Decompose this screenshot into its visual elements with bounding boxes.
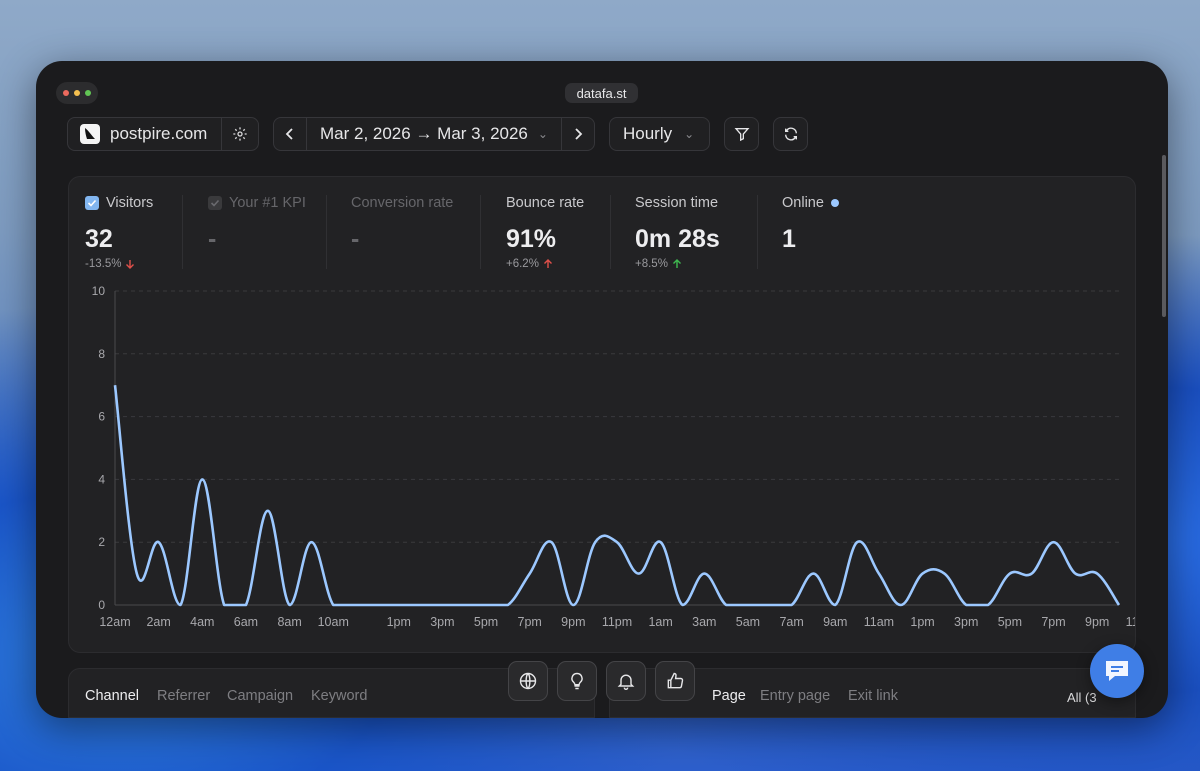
- close-light[interactable]: [63, 90, 69, 96]
- y-tick-label: 0: [98, 598, 105, 612]
- lightbulb-icon: [571, 672, 583, 690]
- chat-bubble-icon: [1106, 661, 1128, 681]
- gear-icon: [233, 127, 247, 141]
- x-tick-label: 2am: [146, 615, 170, 629]
- refresh-icon: [784, 127, 797, 141]
- filter-icon: [734, 128, 749, 142]
- x-tick-label: 7am: [779, 615, 803, 629]
- analytics-card: Visitors 32 -13.5% Your #1 KPI - Convers…: [68, 176, 1136, 653]
- date-range-label[interactable]: Mar 2, 2026 → Mar 3, 2026: [307, 124, 528, 144]
- x-tick-label: 11pm: [1126, 615, 1135, 629]
- refresh-button[interactable]: [773, 117, 808, 151]
- tab-campaign[interactable]: Campaign: [227, 688, 293, 704]
- x-tick-label: 1pm: [387, 615, 411, 629]
- chevron-down-icon: ⌄: [684, 127, 695, 141]
- x-tick-label: 5pm: [998, 615, 1022, 629]
- settings-button[interactable]: [221, 118, 258, 150]
- filter-button[interactable]: [724, 117, 759, 151]
- window-controls[interactable]: [56, 82, 98, 104]
- x-tick-label: 1am: [648, 615, 672, 629]
- x-tick-label: 8am: [277, 615, 301, 629]
- x-tick-label: 12am: [99, 615, 130, 629]
- minimize-light[interactable]: [74, 90, 80, 96]
- visitors-chart[interactable]: 0 2 4 6 8 10 12am 2am 4am 6am 8am 10am 1pm 3pm 5pm 7pm 9…: [69, 177, 1135, 652]
- tab-referrer[interactable]: Referrer: [157, 688, 210, 704]
- chat-button[interactable]: [1090, 644, 1144, 698]
- x-tick-label: 7pm: [1041, 615, 1065, 629]
- y-tick-label: 4: [98, 472, 105, 486]
- x-tick-label: 3am: [692, 615, 716, 629]
- chevron-right-icon: [575, 128, 583, 140]
- tab-exit-link[interactable]: Exit link: [848, 688, 898, 704]
- x-tick-label: 4am: [190, 615, 214, 629]
- scrollbar[interactable]: [1162, 155, 1166, 317]
- x-tick-label: 7pm: [518, 615, 542, 629]
- feedback-button[interactable]: [655, 661, 695, 701]
- y-tick-label: 2: [98, 535, 105, 549]
- zoom-light[interactable]: [85, 90, 91, 96]
- x-tick-label: 3pm: [954, 615, 978, 629]
- chevron-left-icon: [285, 128, 293, 140]
- tab-page[interactable]: Page: [712, 688, 746, 704]
- site-logo-icon: [80, 124, 100, 144]
- x-tick-label: 5am: [736, 615, 760, 629]
- y-tick-label: 6: [98, 410, 105, 424]
- x-tick-label: 9pm: [561, 615, 585, 629]
- tab-keyword[interactable]: Keyword: [311, 688, 367, 704]
- prev-period-button[interactable]: [274, 118, 307, 150]
- x-tick-label: 11pm: [602, 615, 632, 629]
- visitors-series-line: [113, 385, 1121, 607]
- x-tick-label: 10am: [318, 615, 349, 629]
- x-tick-label: 1pm: [910, 615, 934, 629]
- globe-icon: [519, 672, 537, 690]
- x-tick-label: 5pm: [474, 615, 498, 629]
- y-tick-label: 10: [92, 284, 106, 298]
- x-tick-label: 6am: [234, 615, 258, 629]
- url-pill[interactable]: datafa.st: [565, 83, 638, 103]
- granularity-select[interactable]: Hourly ⌄: [609, 117, 710, 151]
- tab-entry-page[interactable]: Entry page: [760, 688, 830, 704]
- filter-all[interactable]: All (3: [1067, 690, 1097, 705]
- granularity-label: Hourly: [623, 124, 673, 143]
- next-period-button[interactable]: [561, 118, 594, 150]
- x-tick-label: 11am: [864, 615, 894, 629]
- notifications-button[interactable]: [606, 661, 646, 701]
- tab-channel[interactable]: Channel: [85, 688, 139, 704]
- date-range-picker: Mar 2, 2026 → Mar 3, 2026 ⌄: [273, 117, 595, 151]
- app-window: datafa.st postpire.com Mar 2, 2026 → Mar…: [36, 61, 1168, 718]
- x-tick-label: 9pm: [1085, 615, 1109, 629]
- x-tick-label: 3pm: [430, 615, 454, 629]
- y-tick-label: 8: [98, 347, 105, 361]
- x-tick-label: 9am: [823, 615, 847, 629]
- thumbs-up-icon: [667, 672, 684, 689]
- chevron-down-icon: ⌄: [537, 127, 548, 141]
- site-name: postpire.com: [110, 124, 208, 143]
- site-selector[interactable]: postpire.com: [67, 117, 259, 151]
- insights-button[interactable]: [557, 661, 597, 701]
- bell-icon: [617, 674, 635, 690]
- globe-button[interactable]: [508, 661, 548, 701]
